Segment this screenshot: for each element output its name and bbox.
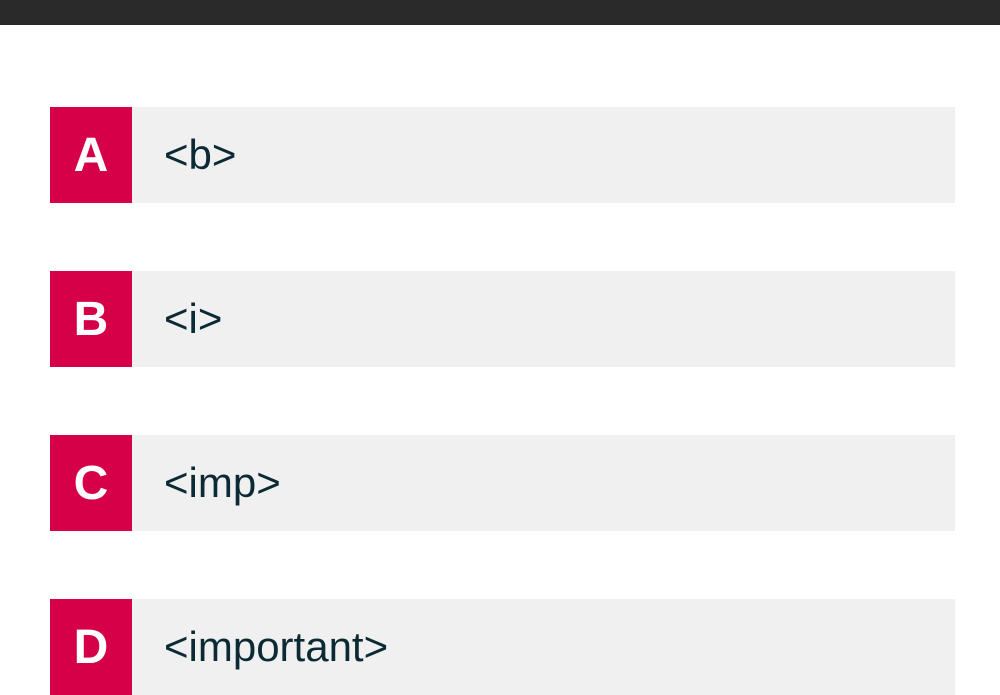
option-letter: A [50, 107, 132, 203]
option-c[interactable]: C <imp> [50, 435, 955, 531]
option-letter: D [50, 599, 132, 695]
option-a[interactable]: A <b> [50, 107, 955, 203]
option-text: <important> [132, 599, 955, 695]
top-bar [0, 0, 1000, 25]
option-text: <imp> [132, 435, 955, 531]
option-b[interactable]: B <i> [50, 271, 955, 367]
option-d[interactable]: D <important> [50, 599, 955, 695]
option-text: <i> [132, 271, 955, 367]
options-list: A <b> B <i> C <imp> D <important> [0, 25, 1000, 695]
option-letter: C [50, 435, 132, 531]
option-text: <b> [132, 107, 955, 203]
option-letter: B [50, 271, 132, 367]
